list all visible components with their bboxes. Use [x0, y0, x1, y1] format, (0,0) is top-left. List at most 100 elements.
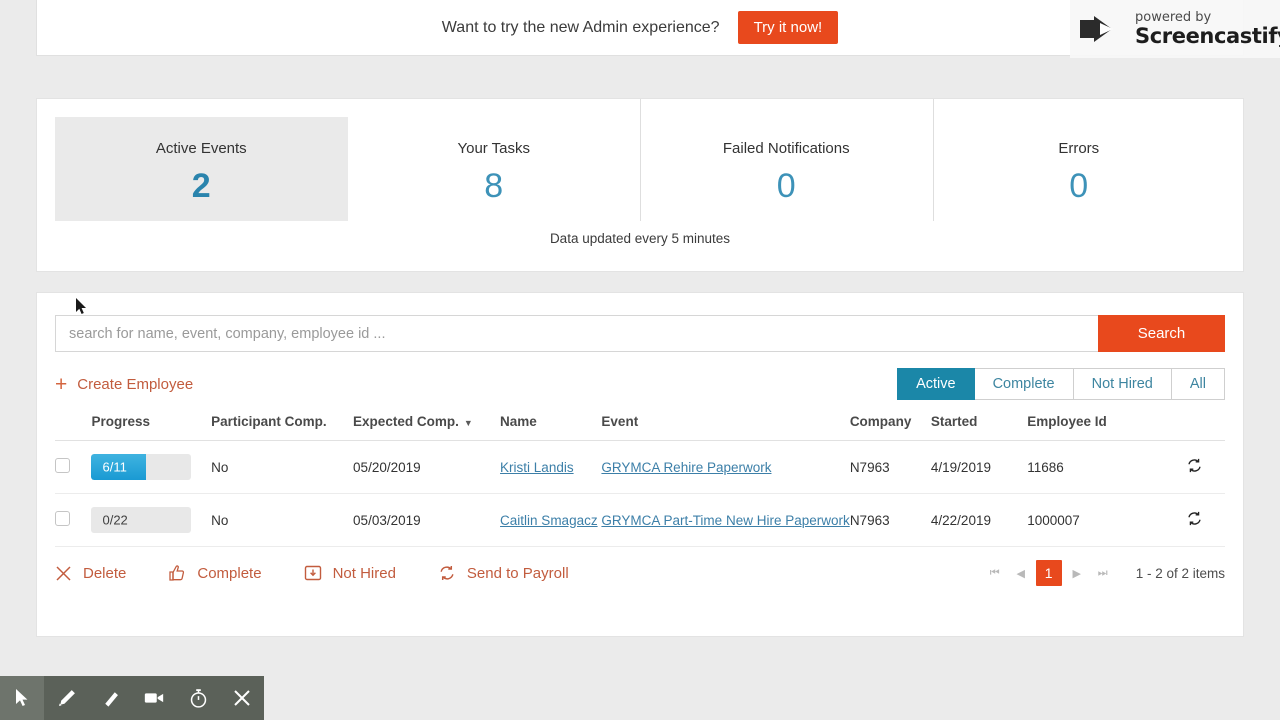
filter-tab-complete[interactable]: Complete: [974, 368, 1074, 400]
banner-message: Want to try the new Admin experience?: [441, 18, 720, 36]
table-row: 6/11 No 05/20/2019 Kristi Landis GRYMCA …: [55, 440, 1225, 494]
timer-icon: [190, 688, 206, 708]
filter-tab-active[interactable]: Active: [897, 368, 975, 400]
grid-footer: Delete Complete Not Hired Send to Payrol…: [55, 547, 1225, 599]
pencil-tool-button[interactable]: [44, 676, 88, 720]
cursor-icon: [16, 689, 28, 706]
grid-toolbar: + Create Employee Active Complete Not Hi…: [55, 368, 1225, 400]
page-number-1[interactable]: 1: [1035, 560, 1062, 586]
header-started[interactable]: Started: [930, 414, 1028, 441]
stat-card-errors[interactable]: Errors 0: [932, 99, 1226, 221]
header-employee-id[interactable]: Employee Id: [1027, 414, 1165, 441]
event-link[interactable]: GRYMCA Rehire Paperwork: [601, 460, 771, 475]
search-row: Search: [55, 315, 1225, 352]
stat-card-your-tasks[interactable]: Your Tasks 8: [348, 117, 641, 221]
screencastify-logo-icon: [1080, 16, 1113, 42]
employee-name-link[interactable]: Kristi Landis: [500, 460, 574, 475]
header-expected-comp-label: Expected Comp.: [353, 414, 459, 429]
stat-value: 2: [191, 167, 211, 205]
x-icon: [56, 565, 71, 581]
next-page-icon[interactable]: ▶: [1066, 562, 1088, 584]
row-action-cell: [1164, 440, 1225, 494]
eraser-tool-button[interactable]: [88, 676, 132, 720]
send-to-payroll-label: Send to Payroll: [466, 564, 569, 582]
header-event[interactable]: Event: [601, 414, 850, 441]
progress-bar-label: 6/11: [102, 459, 127, 475]
video-camera-icon: [144, 693, 164, 703]
pagination: ⏮ ◀ 1 ▶ ⏭ 1 - 2 of 2 items: [984, 560, 1225, 586]
table-row: 0/22 No 05/03/2019 Caitlin Smagacz GRYMC…: [55, 493, 1225, 547]
stat-label: Errors: [1058, 140, 1100, 157]
screencastify-watermark: powered by Screencastify: [1070, 0, 1280, 58]
status-filter-tabs: Active Complete Not Hired All: [897, 368, 1225, 400]
bulk-actions: Delete Complete Not Hired Send to Payrol…: [55, 564, 569, 582]
try-it-now-button[interactable]: Try it now!: [737, 11, 839, 44]
stats-footer-note: Data updated every 5 minutes: [549, 231, 731, 246]
header-progress[interactable]: Progress: [91, 414, 212, 441]
row-participant-comp: No: [211, 440, 354, 494]
filter-tab-not-hired[interactable]: Not Hired: [1073, 368, 1172, 400]
pagination-items-info: 1 - 2 of 2 items: [1135, 565, 1225, 581]
box-down-arrow-icon: [304, 565, 321, 581]
header-actions: [1164, 414, 1225, 441]
first-page-icon[interactable]: ⏮: [984, 562, 1006, 584]
row-progress-cell: 0/22: [91, 493, 212, 547]
stat-label: Your Tasks: [457, 140, 531, 157]
close-toolbar-button[interactable]: [220, 676, 264, 720]
last-page-icon[interactable]: ⏭: [1092, 562, 1114, 584]
header-company[interactable]: Company: [849, 414, 931, 441]
stat-value: 0: [1069, 167, 1089, 205]
watermark-top-text: powered by: [1135, 11, 1212, 26]
stat-value: 8: [484, 167, 504, 205]
plus-icon: +: [55, 372, 68, 396]
row-name-cell: Caitlin Smagacz: [500, 493, 602, 547]
search-button[interactable]: Search: [1098, 315, 1225, 352]
progress-bar: 6/11: [91, 454, 192, 480]
create-employee-label: Create Employee: [77, 375, 194, 393]
admin-experience-banner: Want to try the new Admin experience? Tr…: [36, 0, 1244, 56]
row-employee-id: 1000007: [1027, 493, 1165, 547]
sync-icon: [440, 565, 454, 581]
progress-bar: 0/22: [91, 507, 192, 533]
stat-value: 0: [776, 167, 796, 205]
filter-tab-all[interactable]: All: [1171, 368, 1225, 400]
timer-button[interactable]: [176, 676, 220, 720]
eraser-icon: [104, 691, 118, 707]
row-company: N7963: [849, 440, 931, 494]
row-employee-id: 11686: [1027, 440, 1165, 494]
row-event-cell: GRYMCA Part-Time New Hire Paperwork: [601, 493, 850, 547]
employee-grid-panel: Search + Create Employee Active Complete…: [36, 292, 1244, 637]
row-expected-comp: 05/03/2019: [353, 493, 501, 547]
sync-icon[interactable]: [1186, 457, 1203, 474]
close-icon: [234, 690, 250, 706]
sync-icon[interactable]: [1186, 510, 1203, 527]
watermark-brand-text: Screencastify: [1135, 23, 1280, 47]
cursor-tool-button[interactable]: [0, 676, 44, 720]
create-employee-button[interactable]: + Create Employee: [55, 374, 193, 395]
not-hired-button[interactable]: Not Hired: [304, 564, 396, 582]
delete-button[interactable]: Delete: [55, 565, 126, 582]
employee-name-link[interactable]: Caitlin Smagacz: [500, 513, 598, 528]
row-checkbox[interactable]: [55, 511, 70, 526]
header-name[interactable]: Name: [500, 414, 602, 441]
stat-card-active-events[interactable]: Active Events 2: [55, 117, 348, 221]
row-company: N7963: [849, 493, 931, 547]
record-video-button[interactable]: [132, 676, 176, 720]
row-started: 4/22/2019: [930, 493, 1028, 547]
row-participant-comp: No: [211, 493, 354, 547]
row-started: 4/19/2019: [930, 440, 1028, 494]
search-input[interactable]: [55, 315, 1098, 352]
row-checkbox-cell: [55, 493, 92, 547]
header-expected-comp[interactable]: Expected Comp. ▼: [353, 414, 501, 441]
delete-label: Delete: [83, 564, 127, 582]
row-event-cell: GRYMCA Rehire Paperwork: [601, 440, 850, 494]
complete-button[interactable]: Complete: [168, 564, 262, 582]
stat-card-failed-notifications[interactable]: Failed Notifications 0: [640, 99, 933, 221]
complete-label: Complete: [197, 564, 262, 582]
header-participant-comp[interactable]: Participant Comp.: [211, 414, 354, 441]
row-checkbox[interactable]: [55, 458, 70, 473]
prev-page-icon[interactable]: ◀: [1010, 562, 1032, 584]
progress-bar-label: 0/22: [102, 512, 128, 528]
send-to-payroll-button[interactable]: Send to Payroll: [438, 564, 569, 582]
event-link[interactable]: GRYMCA Part-Time New Hire Paperwork: [601, 513, 849, 528]
